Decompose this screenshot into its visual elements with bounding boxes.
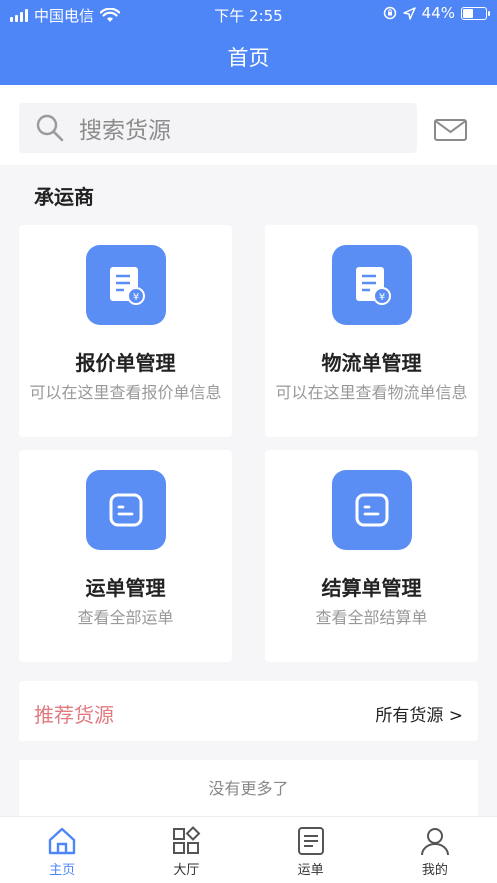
- svg-text:¥: ¥: [132, 292, 138, 303]
- invoice-icon: ¥: [85, 245, 166, 325]
- card-subtitle: 查看全部运单: [77, 608, 174, 627]
- search-icon: [36, 114, 64, 142]
- tab-mine[interactable]: 我的: [373, 817, 497, 883]
- home-icon: [48, 827, 76, 855]
- svg-text:¥: ¥: [378, 292, 384, 303]
- card-logistics-management[interactable]: ¥ 物流单管理 可以在这里查看物流单信息: [265, 225, 478, 437]
- user-icon: [420, 828, 449, 856]
- grid-icon: [173, 826, 201, 854]
- battery-icon: [461, 6, 490, 20]
- search-placeholder: 搜索货源: [79, 118, 171, 144]
- search-input[interactable]: 搜索货源: [19, 103, 417, 153]
- no-more-text: 没有更多了: [208, 779, 289, 798]
- status-right: 44%: [383, 4, 490, 22]
- document-icon: [297, 827, 324, 855]
- card-title: 运单管理: [85, 576, 166, 600]
- card-waybill-management[interactable]: 运单管理 查看全部运单: [19, 450, 232, 662]
- no-more-panel: 没有更多了: [19, 760, 478, 816]
- card-title: 物流单管理: [321, 351, 422, 375]
- card-subtitle: 查看全部结算单: [315, 608, 428, 627]
- card-title: 结算单管理: [321, 576, 422, 600]
- card-settlement-management[interactable]: 结算单管理 查看全部结算单: [265, 450, 478, 662]
- card-title: 报价单管理: [75, 351, 176, 375]
- tab-label: 我的: [421, 863, 448, 878]
- battery-percent: 44%: [421, 4, 455, 22]
- card-subtitle: 可以在这里查看报价单信息: [29, 383, 222, 402]
- mail-icon[interactable]: [434, 119, 467, 141]
- page-title: 首页: [227, 46, 270, 70]
- recommend-title: 推荐货源: [34, 703, 114, 727]
- card-quote-management[interactable]: ¥ 报价单管理 可以在这里查看报价单信息: [19, 225, 232, 437]
- tab-label: 主页: [49, 863, 76, 878]
- note-icon: [331, 470, 412, 550]
- card-subtitle: 可以在这里查看物流单信息: [275, 383, 468, 402]
- tab-hall[interactable]: 大厅: [124, 817, 248, 883]
- tab-label: 大厅: [173, 863, 200, 878]
- note-icon: [85, 470, 166, 550]
- search-area: 搜索货源: [0, 85, 497, 165]
- location-icon: [402, 6, 416, 20]
- tab-waybill[interactable]: 运单: [249, 817, 373, 883]
- rotation-lock-icon: [383, 6, 396, 20]
- tab-label: 运单: [297, 863, 324, 878]
- tab-bar: 主页 大厅 运单 我的: [0, 816, 497, 883]
- recommend-bar: 推荐货源 所有货源 >: [19, 681, 478, 741]
- status-bar: 中国电信 下午 2:55 44%: [0, 0, 497, 28]
- tab-home[interactable]: 主页: [0, 817, 124, 883]
- invoice-icon: ¥: [331, 245, 412, 325]
- section-title: 承运商: [34, 185, 94, 209]
- top-bar: 中国电信 下午 2:55 44% 首页: [0, 0, 497, 85]
- all-sources-link[interactable]: 所有货源 >: [375, 701, 463, 726]
